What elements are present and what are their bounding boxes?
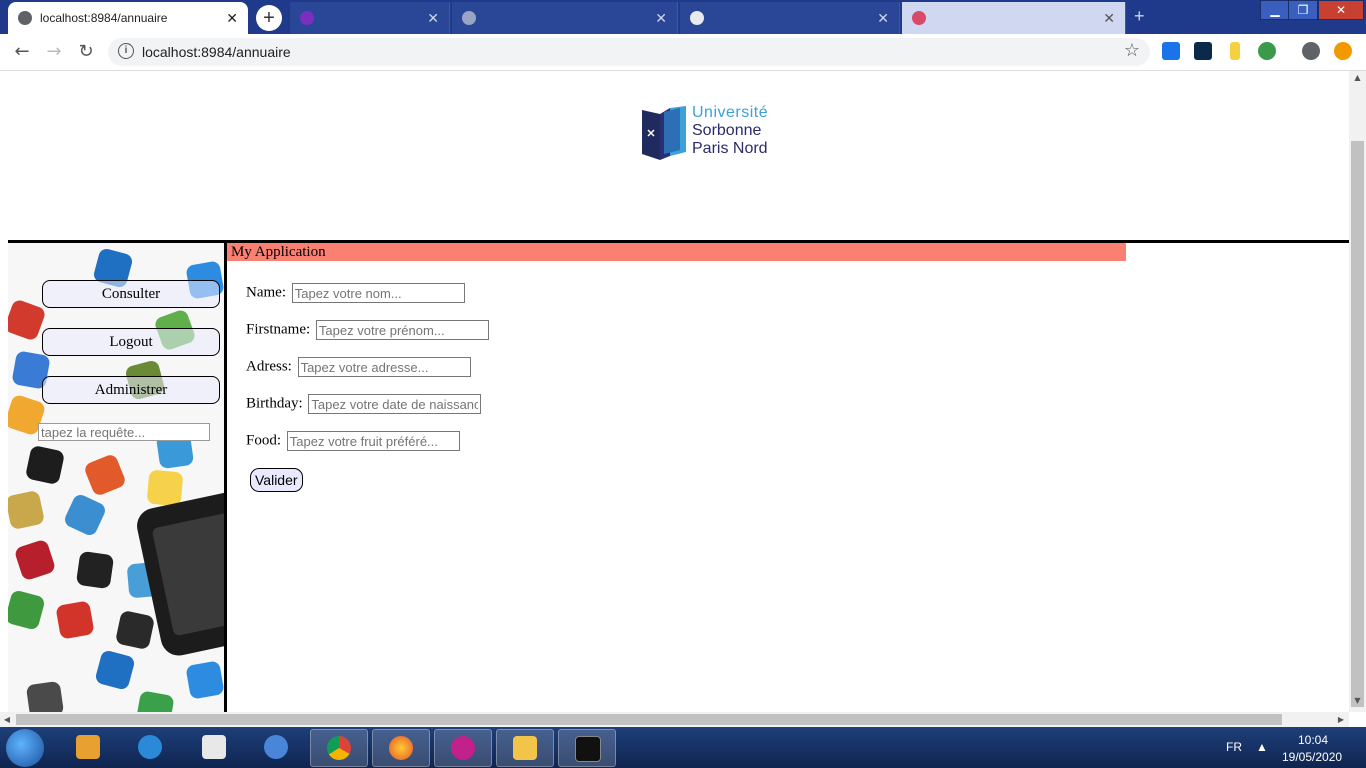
horizontal-scroll-thumb[interactable] (16, 714, 1282, 725)
close-window-button[interactable]: ✕ (1318, 0, 1364, 20)
chromium-icon (264, 735, 288, 759)
tab-3[interactable]: ✕ (452, 2, 678, 34)
site-info-icon[interactable]: i (118, 43, 134, 59)
windows-start-icon[interactable] (6, 729, 44, 767)
taskbar-app[interactable] (434, 729, 492, 767)
tab-annuaire[interactable]: localhost:8984/annuaire ✕ (8, 2, 248, 34)
horizontal-scrollbar[interactable]: ◀ ▶ (0, 712, 1349, 727)
language-indicator[interactable]: FR (1226, 740, 1242, 754)
vertical-scroll-thumb[interactable] (1351, 141, 1364, 707)
tab-5[interactable]: ✕ (902, 2, 1126, 34)
close-tab-icon[interactable]: ✕ (427, 10, 439, 27)
globe-extension-icon[interactable] (1258, 42, 1276, 60)
taskbar-chromium[interactable] (248, 729, 304, 765)
check-extension-icon[interactable] (1194, 42, 1212, 60)
taskbar-firefox[interactable] (372, 729, 430, 767)
university-logo-mark-icon (642, 106, 686, 160)
name-row: Name: (246, 283, 465, 305)
new-tab-button-2[interactable]: + (1134, 6, 1145, 27)
scroll-left-icon[interactable]: ◀ (0, 712, 14, 727)
close-tab-icon[interactable]: ✕ (1103, 10, 1115, 27)
new-tab-button[interactable]: + (256, 5, 282, 31)
google-favicon-icon (690, 11, 704, 25)
logo-line-2: Sorbonne (692, 122, 762, 139)
name-label: Name: (246, 284, 286, 301)
app-icon (451, 736, 475, 760)
close-tab-icon[interactable]: ✕ (655, 10, 667, 27)
close-tab-icon[interactable]: ✕ (877, 10, 889, 27)
internet-explorer-icon (138, 735, 162, 759)
birthday-label: Birthday: (246, 395, 303, 412)
tab-title: localhost:8984/annuaire (40, 11, 168, 25)
consulter-button[interactable]: Consulter (42, 280, 220, 308)
name-input[interactable] (291, 283, 465, 303)
taskbar-chrome[interactable] (310, 729, 368, 767)
sidebar: Consulter Logout Administrer (8, 243, 224, 712)
adress-row: Adress: (246, 357, 471, 379)
clock-time[interactable]: 10:04 (1298, 733, 1328, 747)
scroll-down-icon[interactable]: ▼ (1349, 696, 1366, 710)
firstname-row: Firstname: (246, 320, 489, 342)
taskbar-media-player[interactable] (60, 729, 116, 765)
firstname-label: Firstname: (246, 321, 311, 338)
taskbar-explorer[interactable] (496, 729, 554, 767)
chrome-icon (327, 736, 351, 760)
folder-icon (513, 736, 537, 760)
page-favicon-icon (462, 11, 476, 25)
update-alert-icon[interactable] (1334, 42, 1352, 60)
globe-icon (18, 11, 32, 25)
media-player-icon (76, 735, 100, 759)
adress-label: Adress: (246, 358, 292, 375)
birthday-input[interactable] (308, 394, 482, 414)
key-extension-icon[interactable] (1230, 42, 1240, 60)
taskbar-internet-explorer[interactable] (122, 729, 178, 765)
firefox-icon (389, 736, 413, 760)
logo-line-1: Université (692, 104, 769, 121)
windows-taskbar: FR ▲ 10:04 19/05/2020 (0, 727, 1366, 768)
query-input[interactable] (38, 423, 210, 441)
logout-button[interactable]: Logout (42, 328, 220, 356)
page-viewport: Université Sorbonne Paris Nord Consulter… (0, 71, 1349, 712)
adress-input[interactable] (297, 357, 471, 377)
address-text[interactable]: localhost:8984/annuaire (142, 38, 291, 66)
minimize-button[interactable]: ▁ (1260, 0, 1290, 20)
clock-date[interactable]: 19/05/2020 (1282, 750, 1342, 764)
firstname-input[interactable] (315, 320, 489, 340)
command-prompt-icon (575, 736, 601, 762)
food-input[interactable] (286, 431, 460, 451)
browser-tab-strip: localhost:8984/annuaire ✕ + ✕ ✕ ✕ ✕ + ▁ … (0, 0, 1366, 34)
yahoo-favicon-icon (300, 11, 314, 25)
profile-icon[interactable] (1302, 42, 1320, 60)
tab-2[interactable]: ✕ (290, 2, 450, 34)
logo-line-3: Paris Nord (692, 140, 768, 157)
notepad-icon (202, 735, 226, 759)
forward-button[interactable]: → (42, 40, 66, 64)
food-row: Food: (246, 431, 460, 453)
back-button[interactable]: ← (10, 40, 34, 64)
close-tab-icon[interactable]: ✕ (226, 10, 238, 27)
tray-expand-icon[interactable]: ▲ (1256, 740, 1268, 754)
valider-button[interactable]: Valider (250, 468, 303, 492)
taskbar-cmd[interactable] (558, 729, 616, 767)
bookmark-star-icon[interactable]: ☆ (1124, 40, 1140, 61)
search-extension-icon[interactable] (1162, 42, 1180, 60)
maximize-button[interactable]: ❐ (1288, 0, 1318, 20)
page-favicon-icon (912, 11, 926, 25)
tab-4[interactable]: ✕ (680, 2, 900, 34)
reload-button[interactable]: ↻ (74, 40, 98, 64)
administrer-button[interactable]: Administrer (42, 376, 220, 404)
scroll-up-icon[interactable]: ▲ (1349, 73, 1366, 87)
scroll-right-icon[interactable]: ▶ (1334, 712, 1348, 727)
browser-toolbar: ← → ↻ i localhost:8984/annuaire ☆ (0, 34, 1366, 71)
taskbar-notepad[interactable] (186, 729, 242, 765)
birthday-row: Birthday: (246, 394, 482, 416)
sidebar-divider (224, 243, 227, 712)
university-logo: Université Sorbonne Paris Nord (640, 104, 780, 164)
address-bar[interactable]: i localhost:8984/annuaire ☆ (108, 38, 1150, 66)
app-title-bar: My Application (227, 243, 1126, 261)
food-label: Food: (246, 432, 282, 449)
vertical-scrollbar[interactable]: ▲ ▼ (1349, 71, 1366, 712)
